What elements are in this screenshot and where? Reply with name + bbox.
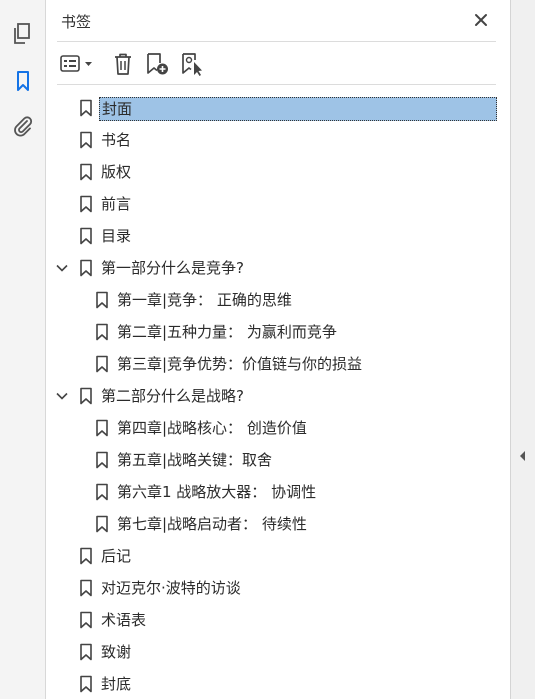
bookmark-label: 致谢 (101, 643, 132, 661)
chevron-down-icon[interactable] (54, 388, 70, 404)
bookmark-icon (79, 227, 93, 245)
bookmark-item[interactable]: 第一章|竞争： 正确的思维 (46, 284, 510, 316)
right-panel-strip (510, 0, 535, 699)
bookmark-item[interactable]: 第一部分什么是竞争? (46, 252, 510, 284)
bookmark-icon (95, 291, 109, 309)
bookmark-icon (95, 355, 109, 373)
bookmark-item[interactable]: 第六章1 战略放大器： 协调性 (46, 476, 510, 508)
bookmark-label: 前言 (101, 195, 132, 213)
bookmark-icon (79, 611, 93, 629)
bookmark-item[interactable]: 封底 (46, 668, 510, 700)
panel-header: 书签 (46, 0, 510, 40)
bookmark-icon (95, 451, 109, 469)
bookmarks-toolbar (46, 46, 510, 82)
options-menu-icon[interactable] (59, 50, 97, 78)
pages-icon[interactable] (10, 21, 36, 47)
bookmark-label: 第二章|五种力量： 为赢利而竞争 (117, 323, 337, 341)
bookmark-label: 封面 (99, 97, 497, 121)
bookmark-item[interactable]: 前言 (46, 188, 510, 220)
bookmark-icon (79, 163, 93, 181)
bookmark-item[interactable]: 第三章|竞争优势：价值链与你的损益 (46, 348, 510, 380)
bookmark-label: 目录 (101, 227, 132, 245)
bookmark-label: 第一章|竞争： 正确的思维 (117, 291, 292, 309)
bookmark-label: 第二部分什么是战略? (101, 387, 244, 405)
attachments-icon[interactable] (10, 113, 36, 139)
bookmark-item[interactable]: 目录 (46, 220, 510, 252)
bookmark-icon (79, 643, 93, 661)
bookmark-label: 后记 (101, 547, 132, 565)
divider (57, 84, 496, 85)
bookmark-item[interactable]: 后记 (46, 540, 510, 572)
bookmark-item[interactable]: 术语表 (46, 604, 510, 636)
bookmark-icon (95, 419, 109, 437)
bookmark-item[interactable]: 对迈克尔·波特的访谈 (46, 572, 510, 604)
bookmark-icon (79, 99, 93, 117)
bookmark-icon (79, 259, 93, 277)
bookmark-label: 第六章1 战略放大器： 协调性 (117, 483, 317, 501)
bookmark-label: 封底 (101, 675, 132, 693)
collapse-panel-icon[interactable] (515, 448, 531, 464)
bookmarks-icon[interactable] (10, 68, 36, 94)
bookmark-icon (79, 387, 93, 405)
bookmark-item[interactable]: 第五章|战略关键：取舍 (46, 444, 510, 476)
bookmark-icon (79, 131, 93, 149)
bookmark-item[interactable]: 第七章|战略启动者： 待续性 (46, 508, 510, 540)
bookmark-label: 第五章|战略关键：取舍 (117, 451, 273, 469)
bookmark-icon (79, 675, 93, 693)
chevron-down-icon[interactable] (54, 260, 70, 276)
bookmark-item[interactable]: 版权 (46, 156, 510, 188)
bookmarks-panel: 书签 封面 书名 版权 前言 目录 第一部分什么是竞争? 第一章|竞争： 正确的… (46, 0, 510, 699)
bookmark-item[interactable]: 第二部分什么是战略? (46, 380, 510, 412)
bookmark-item[interactable]: 第二章|五种力量： 为赢利而竞争 (46, 316, 510, 348)
bookmark-label: 第七章|战略启动者： 待续性 (117, 515, 307, 533)
bookmark-icon (95, 515, 109, 533)
delete-bookmark-icon[interactable] (111, 50, 135, 78)
bookmark-icon (79, 547, 93, 565)
panel-title: 书签 (61, 13, 92, 31)
bookmark-icon (79, 195, 93, 213)
bookmark-label: 对迈克尔·波特的访谈 (101, 579, 241, 597)
bookmark-item[interactable]: 书名 (46, 124, 510, 156)
bookmark-icon (95, 323, 109, 341)
bookmark-label: 第三章|竞争优势：价值链与你的损益 (117, 355, 363, 373)
bookmark-item[interactable]: 封面 (46, 92, 510, 124)
divider (57, 41, 496, 42)
bookmark-from-selection-icon[interactable] (179, 50, 205, 78)
new-bookmark-icon[interactable] (145, 50, 171, 78)
bookmark-icon (79, 579, 93, 597)
close-icon[interactable] (470, 9, 492, 31)
bookmark-label: 版权 (101, 163, 132, 181)
navigation-rail (0, 0, 46, 699)
bookmark-label: 术语表 (101, 611, 147, 629)
bookmark-item[interactable]: 致谢 (46, 636, 510, 668)
bookmark-item[interactable]: 第四章|战略核心： 创造价值 (46, 412, 510, 444)
bookmark-label: 书名 (101, 131, 132, 149)
bookmark-label: 第一部分什么是竞争? (101, 259, 244, 277)
bookmark-label: 第四章|战略核心： 创造价值 (117, 419, 307, 437)
bookmark-icon (95, 483, 109, 501)
